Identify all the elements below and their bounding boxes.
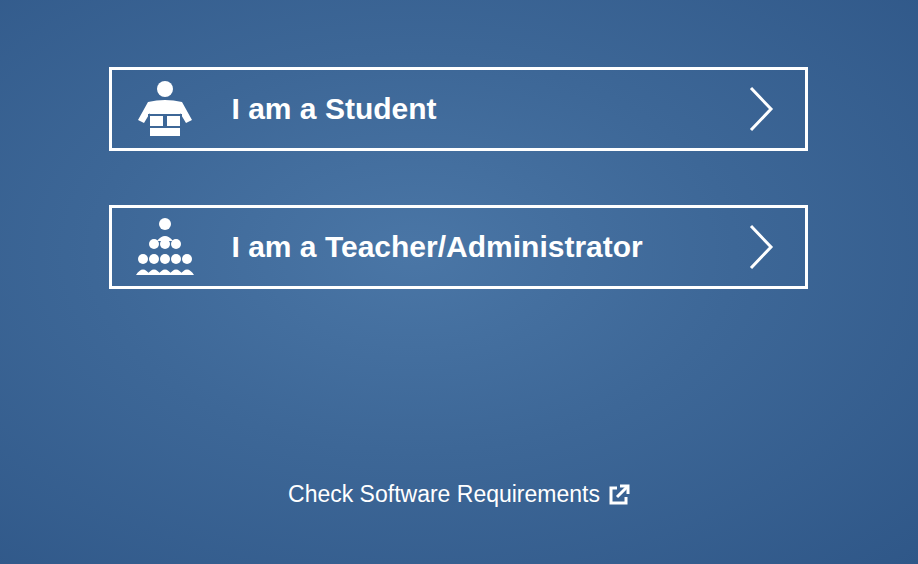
student-reading-icon [134, 80, 196, 138]
role-label: I am a Student [232, 92, 713, 126]
role-icon-box [132, 217, 198, 277]
group-icon [134, 217, 196, 277]
link-label: Check Software Requirements [288, 481, 600, 508]
role-icon-box [132, 79, 198, 139]
software-requirements-link[interactable]: Check Software Requirements [288, 481, 630, 508]
role-button[interactable]: I am a Teacher/Administrator [109, 205, 808, 289]
role-select-page: I am a Student I am a Teacher/Administrat… [0, 0, 918, 564]
role-label: I am a Teacher/Administrator [232, 230, 713, 264]
chevron-right-icon [747, 85, 775, 133]
role-button[interactable]: I am a Student [109, 67, 808, 151]
external-link-icon [608, 484, 630, 506]
role-choices: I am a Student I am a Teacher/Administrat… [109, 67, 808, 289]
chevron-right-icon [747, 223, 775, 271]
